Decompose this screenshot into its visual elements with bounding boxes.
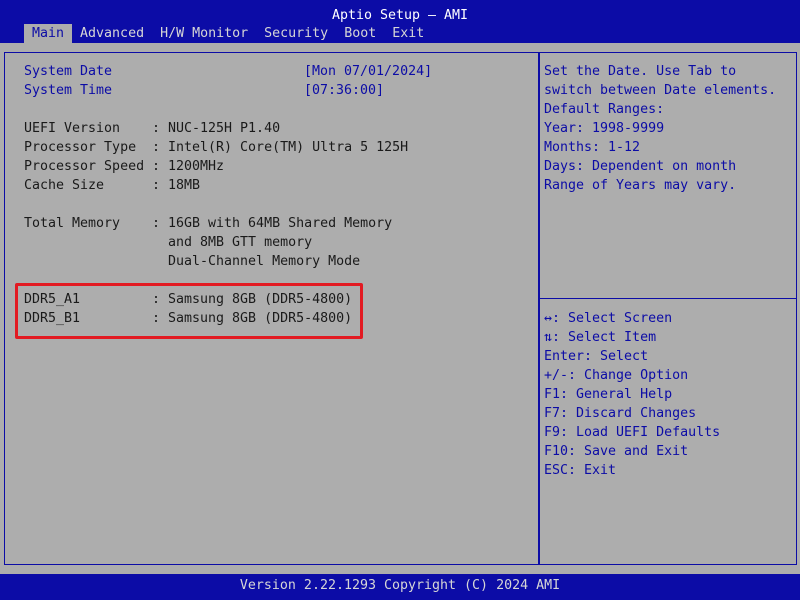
help-description-line: Default Ranges: — [544, 102, 665, 117]
help-divider — [539, 298, 797, 299]
processor-type-label: Processor Type — [24, 140, 137, 155]
processor-type-value: Intel(R) Core(TM) Ultra 5 125H — [168, 140, 409, 155]
system-time-label[interactable]: System Time — [24, 81, 112, 100]
ddr5-a1-value: Samsung 8GB (DDR5-4800) — [168, 292, 353, 307]
separator: : — [152, 178, 161, 193]
separator: : — [152, 216, 161, 231]
uefi-version-value: NUC-125H P1.40 — [168, 121, 281, 136]
cache-size-value: 18MB — [168, 178, 201, 193]
help-description-line: Range of Years may vary. — [544, 178, 737, 193]
key-help-enter: Enter: Select — [544, 349, 649, 364]
total-memory-value-line3: Dual-Channel Memory Mode — [168, 254, 361, 269]
title-bar: Aptio Setup – AMI Main Advanced H/W Moni… — [0, 0, 800, 43]
total-memory-label: Total Memory — [24, 216, 121, 231]
help-description-line: Year: 1998-9999 — [544, 121, 665, 136]
separator: : — [152, 140, 161, 155]
uefi-version-label: UEFI Version — [24, 121, 121, 136]
system-time-field[interactable]: [07:36:00] — [304, 81, 384, 100]
separator: : — [152, 311, 161, 326]
key-help-esc: ESC: Exit — [544, 463, 617, 478]
key-help-change-option: +/-: Change Option — [544, 368, 689, 383]
system-date-label[interactable]: System Date — [24, 62, 112, 81]
ddr5-a1-label: DDR5_A1 — [24, 292, 81, 307]
separator: : — [152, 121, 161, 136]
help-description-line: switch between Date elements. — [544, 83, 777, 98]
separator: : — [152, 292, 161, 307]
tab-main[interactable]: Main — [24, 24, 73, 43]
tab-boot[interactable]: Boot — [336, 24, 384, 43]
tab-security[interactable]: Security — [256, 24, 336, 43]
tab-advanced[interactable]: Advanced — [72, 24, 152, 43]
key-help-select-item: ⇅: Select Item — [544, 330, 657, 345]
footer-version: Version 2.22.1293 Copyright (C) 2024 AMI — [0, 574, 800, 600]
ddr5-b1-label: DDR5_B1 — [24, 311, 81, 326]
cache-size-label: Cache Size — [24, 178, 105, 193]
key-help-f1: F1: General Help — [544, 387, 673, 402]
help-description-line: Set the Date. Use Tab to — [544, 64, 737, 79]
processor-speed-value: 1200MHz — [168, 159, 225, 174]
help-description-line: Days: Dependent on month — [544, 159, 737, 174]
key-help-select-screen: ↔: Select Screen — [544, 311, 673, 326]
help-description-line: Months: 1-12 — [544, 140, 641, 155]
tab-bar: Main Advanced H/W Monitor Security Boot … — [24, 24, 432, 43]
key-help-f10: F10: Save and Exit — [544, 444, 689, 459]
processor-speed-label: Processor Speed — [24, 159, 145, 174]
ddr5-b1-value: Samsung 8GB (DDR5-4800) — [168, 311, 353, 326]
separator: : — [152, 159, 161, 174]
total-memory-value-line2: and 8MB GTT memory — [168, 235, 313, 250]
key-help-f9: F9: Load UEFI Defaults — [544, 425, 721, 440]
key-help-f7: F7: Discard Changes — [544, 406, 697, 421]
tab-hw-monitor[interactable]: H/W Monitor — [152, 24, 256, 43]
system-date-field[interactable]: [Mon 07/01/2024] — [304, 62, 432, 81]
tab-exit[interactable]: Exit — [384, 24, 432, 43]
total-memory-value-line1: 16GB with 64MB Shared Memory — [168, 216, 393, 231]
app-title: Aptio Setup – AMI — [331, 8, 469, 23]
